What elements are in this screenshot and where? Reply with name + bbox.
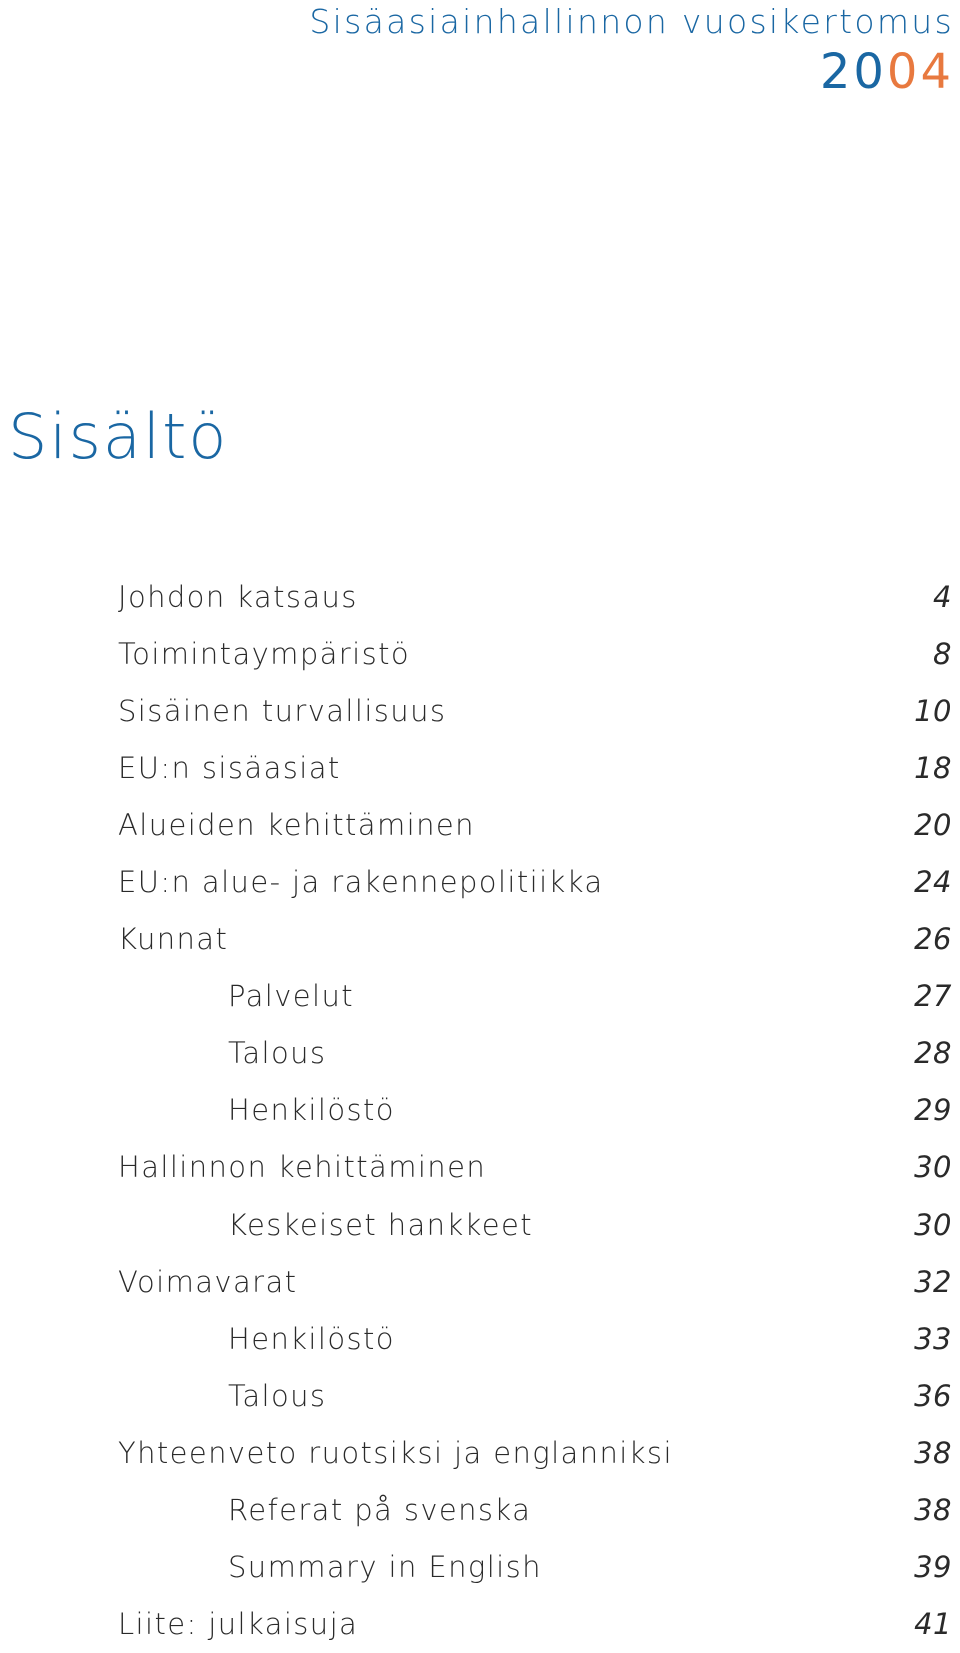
toc-entry-label: Palvelut [228,979,355,1014]
toc-entry-page-number: 41 [914,1607,952,1642]
toc-entry-label: Henkilöstö [228,1093,395,1128]
toc-entry-page-number: 4 [933,579,952,614]
report-year-decade: 04 [886,44,954,100]
toc-entry-page-number: 10 [914,693,952,728]
toc-entry[interactable]: Liite: julkaisuja 41 [118,1596,952,1653]
toc-entry[interactable]: Johdon katsaus 4 [118,568,952,625]
toc-entry-page-number: 32 [914,1264,952,1299]
toc-entry-label: Alueiden kehittäminen [118,807,475,842]
toc-entry-page-number: 24 [914,865,952,900]
toc-entry-page-number: 26 [914,922,952,957]
toc-entry-label: Toimintaympäristö [118,636,411,671]
toc-entry[interactable]: Toimintaympäristö 8 [118,625,952,682]
toc-entry-label: Referat på svenska [228,1493,532,1528]
toc-subentry[interactable]: Summary in English 39 [118,1539,952,1596]
toc-entry-label: EU:n sisäasiat [118,750,341,785]
report-title: Sisäasiainhallinnon vuosikertomus [309,2,954,41]
toc-entry[interactable]: Hallinnon kehittäminen 30 [118,1139,952,1196]
toc-entry-label: Talous [228,1036,327,1071]
toc-entry-page-number: 29 [914,1093,952,1128]
toc-entry-label: Johdon katsaus [118,579,358,614]
toc-entry-label: Sisäinen turvallisuus [118,693,447,728]
toc-entry[interactable]: EU:n alue- ja rakennepolitiikka 24 [118,853,952,910]
toc-entry-label: Yhteenveto ruotsiksi ja englanniksi [118,1435,673,1470]
toc-entry-page-number: 39 [914,1550,952,1585]
toc-subentry[interactable]: Referat på svenska 38 [118,1482,952,1539]
toc-entry-label: EU:n alue- ja rakennepolitiikka [118,865,604,900]
toc-entry[interactable]: EU:n sisäasiat 18 [118,739,952,796]
toc-subentry[interactable]: Henkilöstö 33 [118,1310,952,1367]
toc-subentry[interactable]: Keskeiset hankkeet 30 [118,1196,952,1253]
toc-entry-label: Talous [228,1378,327,1413]
page-title: Sisältö [8,400,229,473]
toc-entry-page-number: 20 [914,807,952,842]
toc-entry-page-number: 28 [914,1036,952,1071]
toc-entry-label: Hallinnon kehittäminen [118,1150,487,1185]
toc-entry-page-number: 30 [914,1207,952,1242]
toc-entry-page-number: 27 [914,979,952,1014]
report-year-century: 20 [819,44,887,100]
toc-entry-page-number: 36 [914,1378,952,1413]
toc-entry[interactable]: Kunnat 26 [118,911,952,968]
toc-entry[interactable]: Sisäinen turvallisuus 10 [118,682,952,739]
toc-entry-label: Henkilöstö [228,1321,395,1356]
toc-entry[interactable]: Alueiden kehittäminen 20 [118,796,952,853]
toc-subentry[interactable]: Palvelut 27 [118,968,952,1025]
toc-entry[interactable]: Voimavarat 32 [118,1253,952,1310]
toc-subentry[interactable]: Henkilöstö 29 [118,1082,952,1139]
toc-entry-page-number: 38 [914,1493,952,1528]
toc-entry[interactable]: Yhteenveto ruotsiksi ja englanniksi 38 [118,1424,952,1481]
toc-subentry[interactable]: Talous 28 [118,1025,952,1082]
toc-entry-page-number: 30 [914,1150,952,1185]
toc-entry-label: Voimavarat [118,1264,298,1299]
toc-subentry[interactable]: Talous 36 [118,1367,952,1424]
toc-entry-label: Summary in English [228,1550,542,1585]
toc-entry-label: Keskeiset hankkeet [228,1207,534,1242]
table-of-contents: Johdon katsaus 4 Toimintaympäristö 8 Sisäine… [118,568,952,1653]
toc-entry-page-number: 38 [914,1435,952,1470]
toc-entry-page-number: 18 [914,750,952,785]
toc-entry-label: Kunnat [118,922,229,957]
toc-entry-label: Liite: julkaisuja [118,1607,359,1642]
report-year: 2004 [820,44,954,100]
toc-entry-page-number: 8 [933,636,952,671]
toc-entry-page-number: 33 [914,1321,952,1356]
